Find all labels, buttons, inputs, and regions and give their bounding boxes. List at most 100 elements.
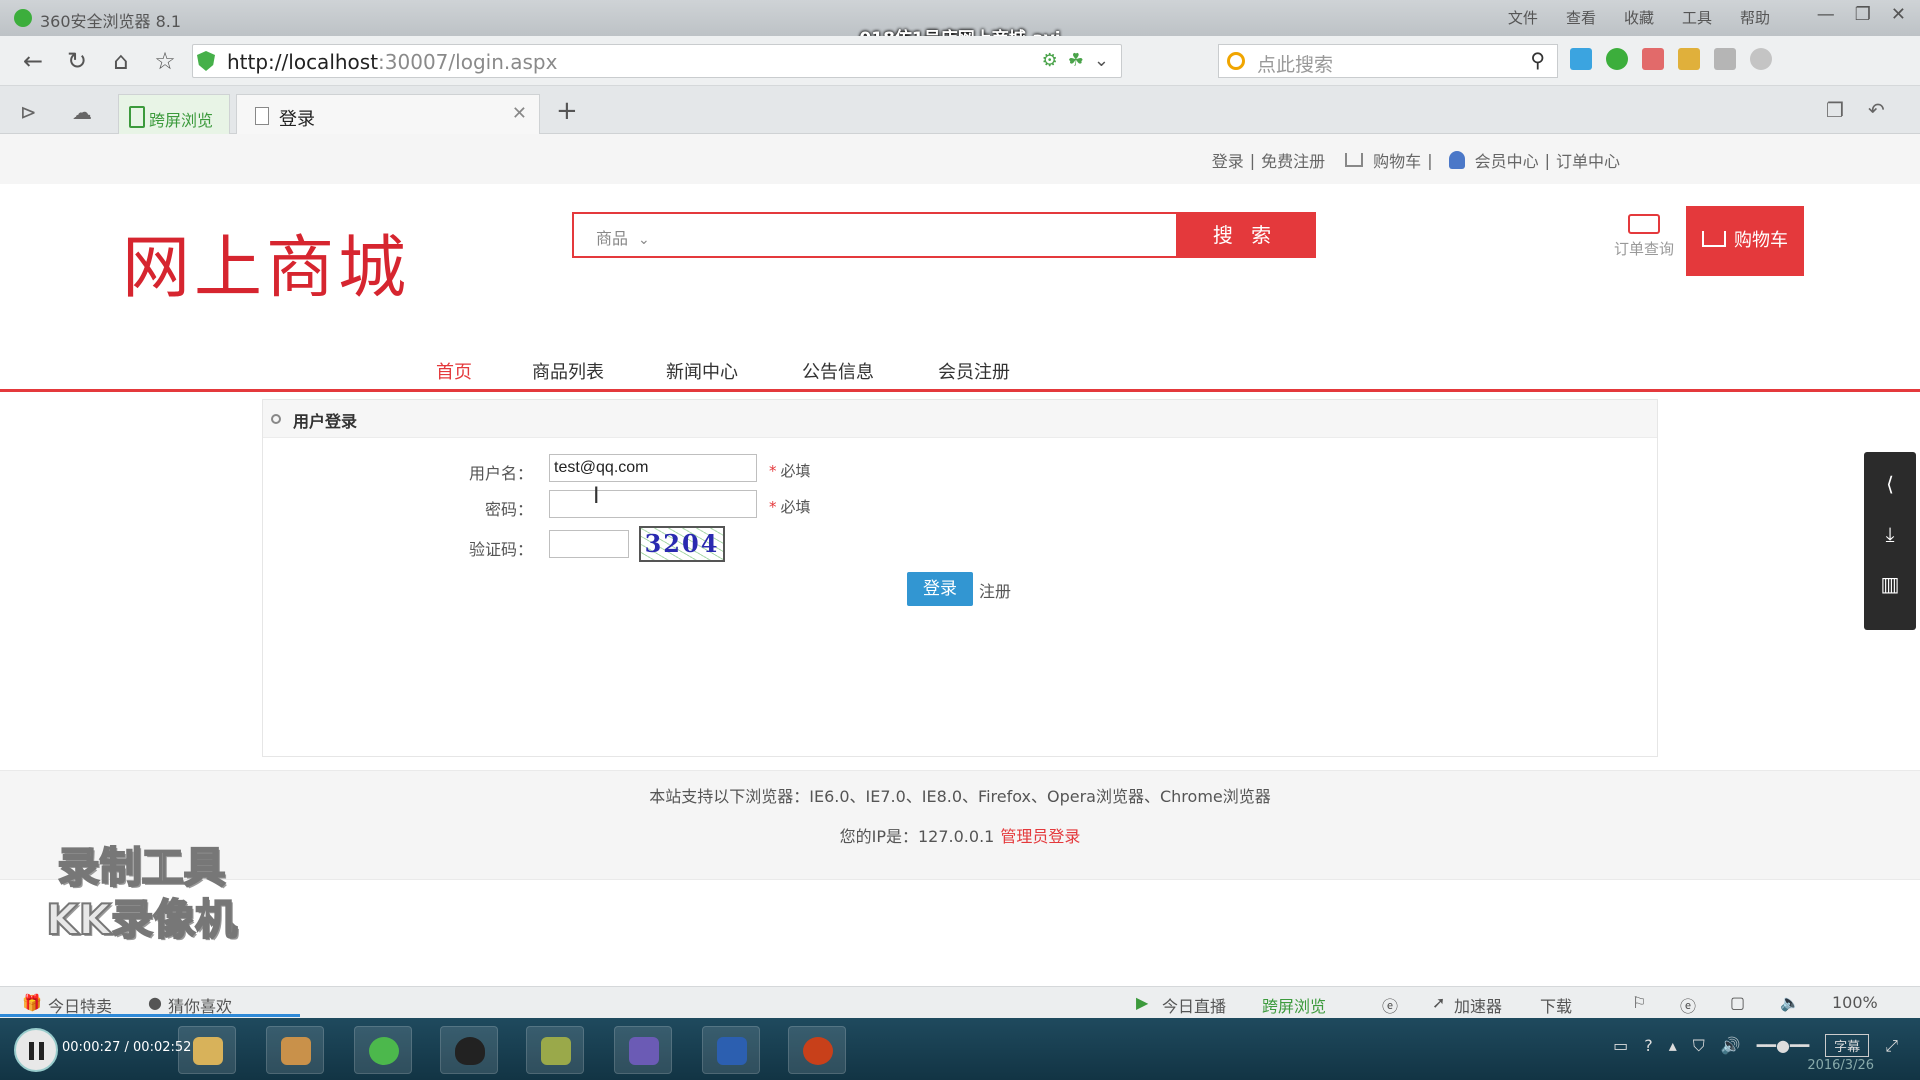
apps-icon[interactable] <box>1570 48 1592 70</box>
web-page: 登录 | 免费注册 购物车 | 会员中心 | 订单中心 网上商城 商品 搜 索 … <box>0 134 1920 986</box>
password-field[interactable] <box>549 490 757 518</box>
browser-search-field[interactable]: 点此搜索 ⚲ <box>1218 44 1558 78</box>
register-link[interactable]: 注册 <box>979 578 1011 602</box>
page-icon <box>255 107 269 125</box>
site-search-form: 商品 搜 索 <box>572 212 1316 258</box>
browser-search-placeholder: 点此搜索 <box>1257 54 1334 76</box>
recorder-watermark: 录制工具 KK录像机 <box>45 842 238 946</box>
order-query-link[interactable]: 订单查询 <box>1604 214 1684 259</box>
tray-help-icon[interactable]: ? <box>1644 1036 1653 1055</box>
window-icon[interactable]: ▢ <box>1730 993 1745 1012</box>
undo-close-icon[interactable]: ↶ <box>1868 98 1885 122</box>
new-tab-icon[interactable]: + <box>556 96 578 126</box>
url-field[interactable]: http://localhost:30007/login.aspx ⚙ ☘ ⌄ <box>192 44 1122 78</box>
username-label: 用户名： <box>468 464 533 483</box>
taskbar-app-package[interactable] <box>266 1026 324 1074</box>
tab-cross-screen[interactable]: 跨屏浏览 <box>118 94 230 134</box>
compat-mode-icon[interactable]: ⚙ <box>1042 50 1058 71</box>
tray-shield-icon[interactable]: ⛉ <box>1693 1036 1705 1056</box>
login-panel-title: 用户登录 <box>293 412 358 431</box>
flag-icon[interactable]: ⚐ <box>1632 993 1646 1012</box>
zoom-level[interactable]: 100% <box>1832 993 1878 1012</box>
folder-icon <box>193 1037 223 1065</box>
separator: | <box>1427 150 1433 170</box>
screenshot-icon[interactable] <box>1714 48 1736 70</box>
taskbar-app-browser[interactable] <box>354 1026 412 1074</box>
close-tab-icon[interactable]: ✕ <box>512 103 527 124</box>
subtitle-button[interactable]: 字幕 <box>1825 1034 1870 1057</box>
extension-icon[interactable] <box>1678 48 1700 70</box>
maximize-icon[interactable]: ❐ <box>1855 4 1871 25</box>
nav-register[interactable]: 会员注册 <box>938 358 1010 384</box>
nav-home[interactable]: 首页 <box>436 358 472 384</box>
username-field[interactable] <box>549 454 757 482</box>
taskbar-app-explorer[interactable] <box>178 1026 236 1074</box>
separator: | <box>1249 150 1256 170</box>
status-live[interactable]: 今日直播 <box>1162 993 1226 1017</box>
system-tray: ▭ ? ▴ ⛉ 🔊 ━━●━━ 字幕 ⤢ <box>1613 1034 1898 1057</box>
order-query-label: 订单查询 <box>1613 240 1674 258</box>
restore-tab-icon[interactable]: ❐ <box>1826 98 1844 122</box>
tray-network-icon[interactable]: ▭ <box>1613 1036 1628 1055</box>
captcha-image[interactable]: 3204 <box>639 526 725 562</box>
status-ie-icon[interactable]: ⓔ <box>1382 993 1398 1017</box>
close-window-icon[interactable]: ✕ <box>1891 4 1906 25</box>
top-orders-link[interactable]: 订单中心 <box>1556 148 1620 172</box>
minimize-icon[interactable]: — <box>1817 4 1835 25</box>
pause-button[interactable] <box>14 1028 58 1072</box>
safety-icon[interactable] <box>1606 48 1628 70</box>
tab-login-label: 登录 <box>279 109 315 130</box>
text-cursor-icon: I <box>593 484 600 509</box>
site-search-button[interactable]: 搜 索 <box>1176 214 1314 256</box>
nav-products[interactable]: 商品列表 <box>532 358 604 384</box>
refresh-icon[interactable]: ↻ <box>62 46 92 76</box>
cloud-icon[interactable]: ☁ <box>72 100 92 124</box>
ad-block-icon[interactable] <box>1642 48 1664 70</box>
volume-icon[interactable]: 🔈 <box>1780 993 1800 1012</box>
cart-button[interactable]: 购物车 <box>1686 206 1804 276</box>
taskbar-app-qq[interactable] <box>440 1026 498 1074</box>
login-button[interactable]: 登录 <box>907 572 973 606</box>
volume-slider[interactable]: ━━●━━ <box>1757 1036 1810 1055</box>
nav-news[interactable]: 新闻中心 <box>666 358 738 384</box>
ie-icon[interactable]: ⓔ <box>1680 993 1696 1017</box>
gift-icon: 🎁 <box>22 993 42 1012</box>
fullscreen-icon[interactable]: ⤢ <box>1885 1036 1898 1056</box>
star-icon[interactable]: ☆ <box>150 46 180 76</box>
taskbar-app-vs[interactable] <box>614 1026 672 1074</box>
admin-login-link[interactable]: 管理员登录 <box>1000 827 1080 846</box>
trash-icon[interactable]: ▥ <box>1864 572 1916 596</box>
taskbar-app-recorder[interactable] <box>788 1026 846 1074</box>
speed-icon[interactable]: ☘ <box>1068 50 1084 71</box>
top-login-link[interactable]: 登录 <box>1212 148 1244 172</box>
status-cross-screen[interactable]: 跨屏浏览 <box>1262 993 1326 1017</box>
taskbar-app-tools[interactable] <box>526 1026 584 1074</box>
site-logo[interactable]: 网上商城 <box>122 212 410 311</box>
top-cart-link[interactable]: 购物车 <box>1373 148 1421 172</box>
taskbar-app-word[interactable] <box>702 1026 760 1074</box>
home-icon[interactable]: ⌂ <box>106 46 136 76</box>
status-accelerator[interactable]: 加速器 <box>1454 993 1502 1017</box>
status-download[interactable]: 下载 <box>1540 993 1572 1017</box>
main-nav: 首页 商品列表 新闻中心 公告信息 会员注册 <box>0 352 1920 392</box>
top-member-link[interactable]: 会员中心 <box>1475 148 1539 172</box>
search-icon[interactable]: ⚲ <box>1530 48 1545 72</box>
tray-volume-icon[interactable]: 🔊 <box>1721 1036 1741 1055</box>
back-icon[interactable]: ← <box>18 46 48 76</box>
tab-login[interactable]: 登录 ✕ <box>236 94 540 135</box>
nav-notices[interactable]: 公告信息 <box>802 358 874 384</box>
top-register-link[interactable]: 免费注册 <box>1261 148 1325 172</box>
top-links: 登录 | 免费注册 购物车 | 会员中心 | 订单中心 <box>1212 148 1620 172</box>
captcha-field[interactable] <box>549 530 629 558</box>
url-icons: ⚙ ☘ ⌄ <box>1042 50 1109 71</box>
dropdown-icon[interactable]: ⌄ <box>1094 50 1109 71</box>
search-category-select[interactable]: 商品 <box>596 225 650 249</box>
sidebar-toggle-icon[interactable]: ⊳ <box>20 100 37 124</box>
video-progress-bar[interactable] <box>0 1014 300 1017</box>
share-icon[interactable]: ⟨ <box>1864 472 1916 496</box>
tray-up-icon[interactable]: ▴ <box>1669 1036 1677 1055</box>
screen: 360安全浏览器 8.1 文件 查看 收藏 工具 帮助 — ❐ ✕ 018仿1号… <box>0 0 1920 1080</box>
download-icon[interactable]: ⤓ <box>1864 522 1916 546</box>
zoom-icon[interactable] <box>1750 48 1772 70</box>
visual-studio-icon <box>629 1037 659 1065</box>
